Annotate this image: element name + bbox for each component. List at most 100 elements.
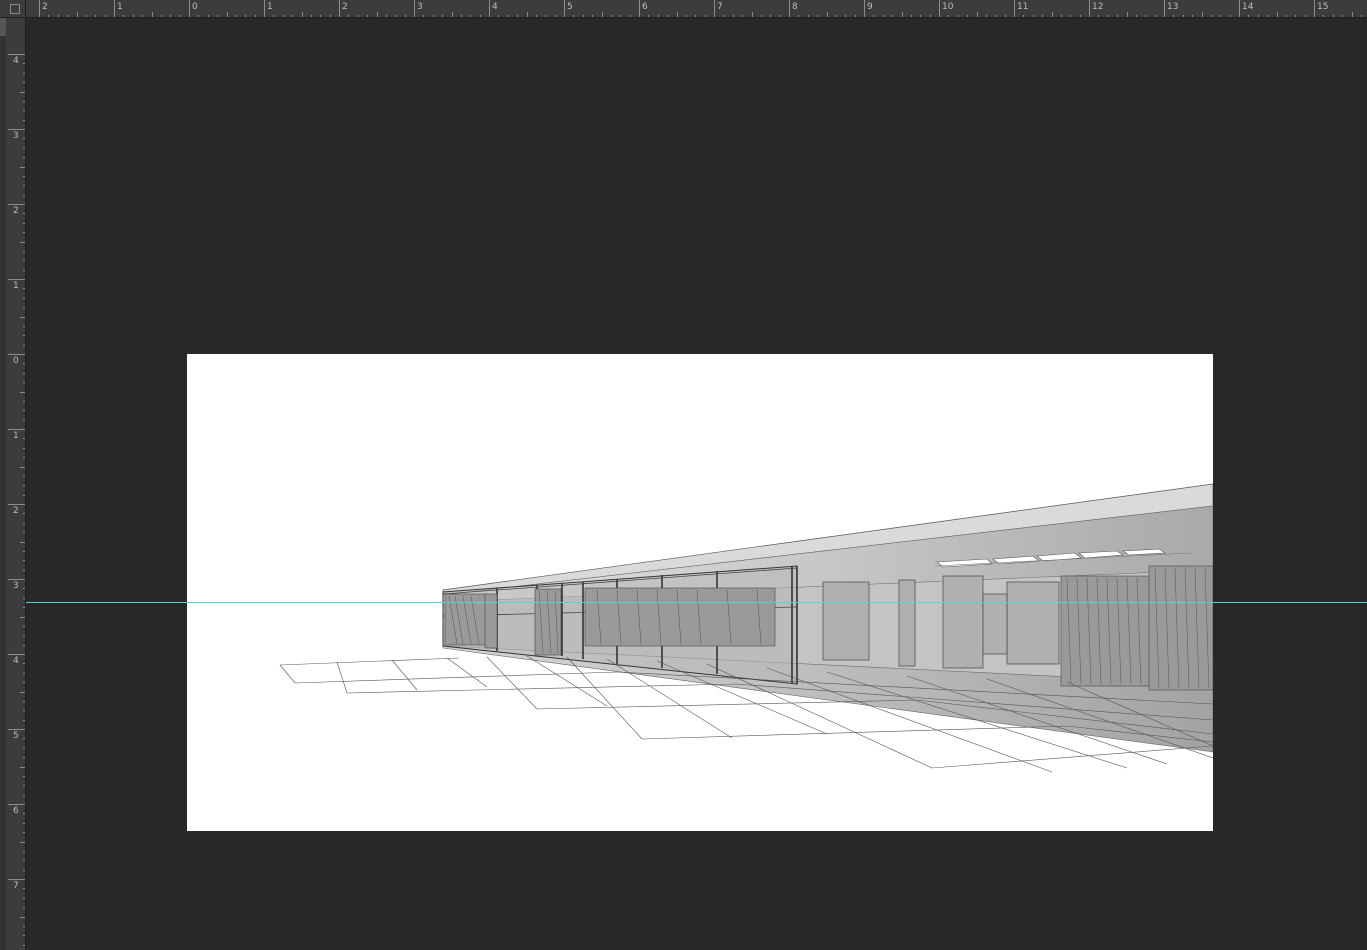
ruler-minor-tick	[23, 438, 25, 440]
ruler-minor-tick	[23, 63, 25, 65]
ruler-minor-tick	[23, 419, 25, 421]
ruler-minor-tick	[910, 15, 912, 17]
ruler-major-tick	[1314, 0, 1315, 17]
ruler-minor-tick	[1342, 15, 1344, 17]
ruler-label: 1	[117, 2, 123, 12]
ruler-minor-tick	[20, 241, 25, 243]
ruler-minor-tick	[48, 15, 50, 17]
ruler-minor-tick	[1098, 15, 1100, 17]
panel-edge-strip	[0, 18, 6, 950]
ruler-minor-tick	[329, 15, 331, 17]
ruler-minor-tick	[23, 710, 25, 712]
ruler-minor-tick	[704, 15, 706, 17]
ruler-minor-tick	[123, 15, 125, 17]
ruler-label: 9	[867, 2, 873, 12]
ruler-minor-tick	[23, 147, 25, 149]
ruler-minor-tick	[23, 288, 25, 290]
ruler-minor-tick	[23, 532, 25, 534]
ruler-minor-tick	[1360, 15, 1362, 17]
ruler-minor-tick	[23, 457, 25, 459]
ruler-label: 2	[13, 206, 19, 216]
ruler-major-tick	[8, 354, 25, 355]
ruler-minor-tick	[57, 15, 59, 17]
document-canvas[interactable]	[187, 354, 1213, 831]
ruler-minor-tick	[920, 15, 922, 17]
ruler-minor-tick	[23, 719, 25, 721]
ruler-minor-tick	[20, 691, 25, 693]
ruler-label: 7	[717, 2, 723, 12]
ruler-minor-tick	[526, 12, 528, 17]
ruler-label: 3	[417, 2, 423, 12]
ruler-major-tick	[8, 504, 25, 505]
ruler-minor-tick	[601, 12, 603, 17]
ruler-minor-tick	[1304, 15, 1306, 17]
ruler-major-tick	[489, 0, 490, 17]
ruler-major-tick	[39, 0, 40, 17]
ruler-minor-tick	[23, 194, 25, 196]
ruler-major-tick	[8, 429, 25, 430]
ruler-minor-tick	[807, 15, 809, 17]
panel-edge-tab[interactable]	[0, 18, 6, 36]
ruler-minor-tick	[1042, 15, 1044, 17]
horizontal-guide[interactable]	[26, 602, 1367, 603]
ruler-minor-tick	[573, 15, 575, 17]
ruler-major-tick	[339, 0, 340, 17]
ruler-major-tick	[564, 0, 565, 17]
ruler-minor-tick	[1351, 12, 1353, 17]
ruler-minor-tick	[23, 935, 25, 937]
ruler-label: 3	[13, 581, 19, 591]
ruler-major-tick	[8, 579, 25, 580]
ruler-minor-tick	[76, 12, 78, 17]
ruler-major-tick	[8, 729, 25, 730]
ruler-minor-tick	[20, 541, 25, 543]
ruler-minor-tick	[23, 185, 25, 187]
ruler-minor-tick	[23, 644, 25, 646]
ruler-minor-tick	[967, 15, 969, 17]
ruler-label: 2	[342, 2, 348, 12]
ruler-minor-tick	[667, 15, 669, 17]
ruler-minor-tick	[23, 897, 25, 899]
ruler-minor-tick	[23, 372, 25, 374]
ruler-minor-tick	[1004, 15, 1006, 17]
ruler-minor-tick	[535, 15, 537, 17]
ruler-major-tick	[1164, 0, 1165, 17]
ruler-minor-tick	[170, 15, 172, 17]
ruler-major-tick	[1239, 0, 1240, 17]
ruler-minor-tick	[310, 15, 312, 17]
ruler-minor-tick	[845, 15, 847, 17]
ruler-minor-tick	[442, 15, 444, 17]
ruler-major-tick	[714, 0, 715, 17]
ruler-minor-tick	[610, 15, 612, 17]
ruler-minor-tick	[151, 12, 153, 17]
ruler-minor-tick	[507, 15, 509, 17]
ruler-minor-tick	[160, 15, 162, 17]
ruler-minor-tick	[779, 15, 781, 17]
vertical-ruler[interactable]: 4 3 2 1 0 1 2 3 4 5 6 7	[0, 18, 26, 950]
ruler-minor-tick	[723, 15, 725, 17]
ruler-origin-icon	[10, 4, 20, 14]
ruler-minor-tick	[817, 15, 819, 17]
ruler-minor-tick	[1248, 15, 1250, 17]
ruler-minor-tick	[132, 15, 134, 17]
ruler-minor-tick	[582, 15, 584, 17]
ruler-minor-tick	[892, 15, 894, 17]
ruler-minor-tick	[23, 672, 25, 674]
ruler-minor-tick	[826, 12, 828, 17]
ruler-minor-tick	[23, 110, 25, 112]
ruler-label: 5	[567, 2, 573, 12]
ruler-minor-tick	[873, 15, 875, 17]
horizontal-ruler[interactable]: 2 1 0 1 2 3 4 5 6 7 8 9 10 11 12 13 14 15	[26, 0, 1367, 18]
ruler-major-tick	[189, 0, 190, 17]
ruler-origin-corner[interactable]	[0, 0, 26, 18]
ruler-minor-tick	[1060, 15, 1062, 17]
ruler-major-tick	[8, 804, 25, 805]
ruler-minor-tick	[760, 15, 762, 17]
ruler-minor-tick	[498, 15, 500, 17]
ruler-minor-tick	[217, 15, 219, 17]
ruler-minor-tick	[23, 382, 25, 384]
ruler-minor-tick	[20, 841, 25, 843]
ruler-minor-tick	[20, 391, 25, 393]
ruler-minor-tick	[23, 869, 25, 871]
ruler-major-tick	[414, 0, 415, 17]
ruler-minor-tick	[929, 15, 931, 17]
